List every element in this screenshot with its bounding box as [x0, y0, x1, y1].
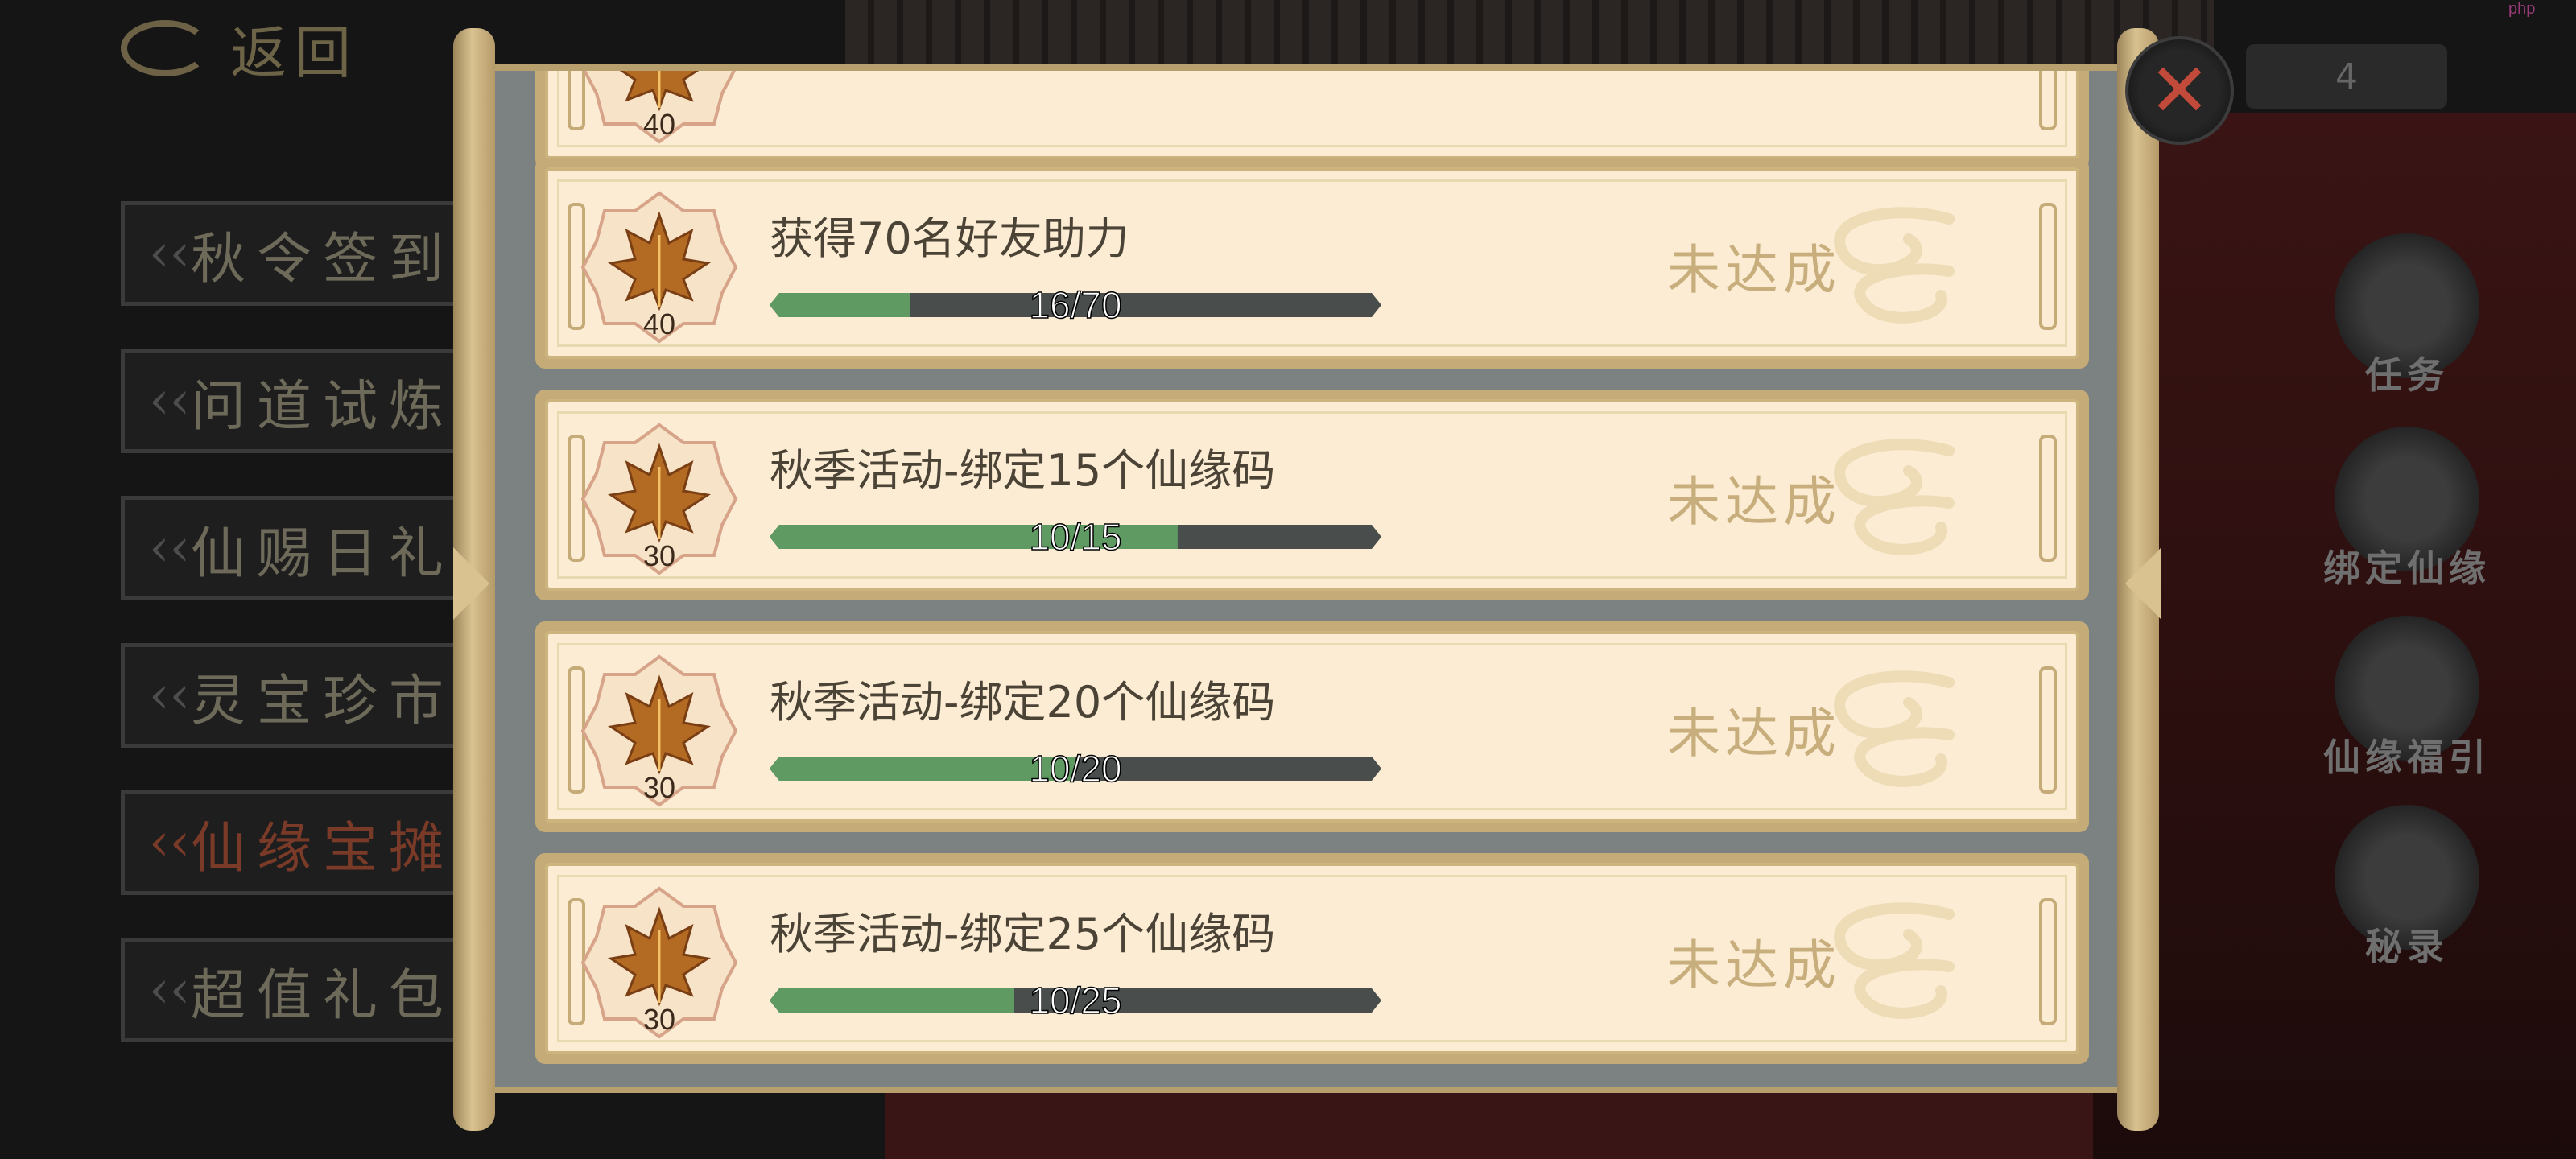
status-label: 未达成 [1667, 239, 1841, 301]
menu-item-value-pack[interactable]: ‹‹ 超值礼包 [121, 938, 459, 1042]
task-card-inner: 40 [545, 71, 2079, 159]
arrow-left-icon [453, 547, 489, 620]
task-button[interactable]: 任务 [2318, 233, 2496, 399]
menu-item-autumn-signin[interactable]: ‹‹ 秋令签到 [121, 201, 459, 306]
task-title: 秋季活动-绑定25个仙缘码 [770, 909, 1276, 959]
secret-record-button[interactable]: 秘录 [2318, 805, 2496, 971]
card-slot-decor [2039, 71, 2057, 130]
status-label: 未达成 [1667, 703, 1841, 765]
task-title: 秋季活动-绑定15个仙缘码 [770, 445, 1276, 496]
back-button[interactable]: 返回 [121, 12, 359, 86]
status-label: 未达成 [1667, 934, 1841, 996]
progress-text: 10/15 [1029, 515, 1123, 559]
menu-item-daily-gift[interactable]: ‹‹ 仙赐日礼 [121, 496, 459, 600]
status-label: 未达成 [1667, 471, 1841, 533]
fate-draw-button-label: 仙缘福引 [2323, 736, 2491, 779]
task-card: 30 秋季活动-绑定15个仙缘码 10/15 未达成 [535, 390, 2089, 600]
arrow-right-icon [2125, 547, 2161, 620]
secret-record-button-label: 秘录 [2365, 925, 2449, 968]
close-button[interactable]: ✕ [2125, 36, 2234, 145]
chevron-left-icon: ‹‹ [149, 224, 191, 283]
reward-badge: 30 [579, 419, 740, 580]
reward-amount: 30 [642, 539, 676, 572]
menu-item-fate-stall[interactable]: ‹‹ 仙缘宝摊 [121, 790, 459, 895]
reward-badge: 40 [579, 71, 740, 148]
task-card-inner: 40 获得70名好友助力 16/70 未达成 [545, 167, 2079, 359]
progress-text: 16/70 [1029, 283, 1123, 327]
reward-badge: 40 [579, 187, 740, 348]
task-title: 秋季活动-绑定20个仙缘码 [770, 677, 1276, 728]
menu-item-label: 仙缘宝摊 [190, 816, 455, 881]
chevron-left-icon: ‹‹ [149, 666, 191, 725]
menu-item-treasure-market[interactable]: ‹‹ 灵宝珍市 [121, 643, 459, 748]
reward-amount: 40 [642, 108, 676, 141]
progress-bar: 10/25 [770, 979, 1381, 1022]
task-card-inner: 30 秋季活动-绑定20个仙缘码 10/20 未达成 [545, 631, 2079, 823]
menu-item-label: 灵宝珍市 [190, 669, 455, 733]
menu-item-label: 秋令签到 [190, 227, 455, 291]
progress-text: 10/20 [1029, 747, 1123, 790]
task-card-inner: 30 秋季活动-绑定15个仙缘码 10/15 未达成 [545, 399, 2079, 591]
reward-amount: 40 [642, 307, 676, 340]
bind-fate-button[interactable]: 绑定仙缘 [2318, 427, 2496, 592]
reward-badge: 30 [579, 650, 740, 811]
card-slot-decor [2039, 898, 2057, 1025]
background-roof [845, 0, 2214, 64]
card-slot-decor [2039, 666, 2057, 794]
task-list-panel[interactable]: 40 40 获得70名好友助力 16/70 未达成 30 秋季活动-绑定15个仙… [495, 64, 2117, 1093]
menu-item-label: 问道试炼 [190, 374, 455, 439]
progress-bar: 16/70 [770, 283, 1381, 327]
task-button-label: 任务 [2365, 353, 2449, 397]
progress-bar: 10/20 [770, 747, 1381, 790]
menu-item-label: 超值礼包 [190, 963, 455, 1028]
chevron-left-icon: ‹‹ [149, 518, 191, 578]
progress-text: 10/25 [1029, 979, 1123, 1022]
reward-badge: 30 [579, 882, 740, 1043]
task-card-inner: 30 秋季活动-绑定25个仙缘码 10/25 未达成 [545, 863, 2079, 1054]
card-slot-decor [2039, 203, 2057, 330]
close-icon: ✕ [2148, 47, 2211, 134]
task-card: 30 秋季活动-绑定25个仙缘码 10/25 未达成 [535, 853, 2089, 1064]
watermark: php [2508, 0, 2536, 18]
chevron-left-icon: ‹‹ [149, 371, 191, 431]
task-card: 30 秋季活动-绑定20个仙缘码 10/20 未达成 [535, 621, 2089, 832]
chevron-left-icon: ‹‹ [149, 813, 191, 872]
menu-item-label: 仙赐日礼 [190, 522, 455, 586]
card-slot-decor [2039, 435, 2057, 562]
reward-amount: 30 [642, 1003, 676, 1036]
back-label: 返回 [230, 19, 359, 86]
fate-draw-button[interactable]: 仙缘福引 [2318, 616, 2496, 782]
currency-counter: 4 [2246, 44, 2447, 109]
menu-item-trial[interactable]: ‹‹ 问道试炼 [121, 349, 459, 453]
progress-bar: 10/15 [770, 515, 1381, 559]
task-card: 40 [535, 71, 2089, 169]
task-card: 40 获得70名好友助力 16/70 未达成 [535, 158, 2089, 369]
reward-amount: 30 [642, 771, 676, 804]
back-arrow-icon [121, 20, 209, 76]
bind-fate-button-label: 绑定仙缘 [2323, 547, 2491, 590]
chevron-left-icon: ‹‹ [149, 960, 191, 1020]
task-title: 获得70名好友助力 [770, 213, 1129, 264]
